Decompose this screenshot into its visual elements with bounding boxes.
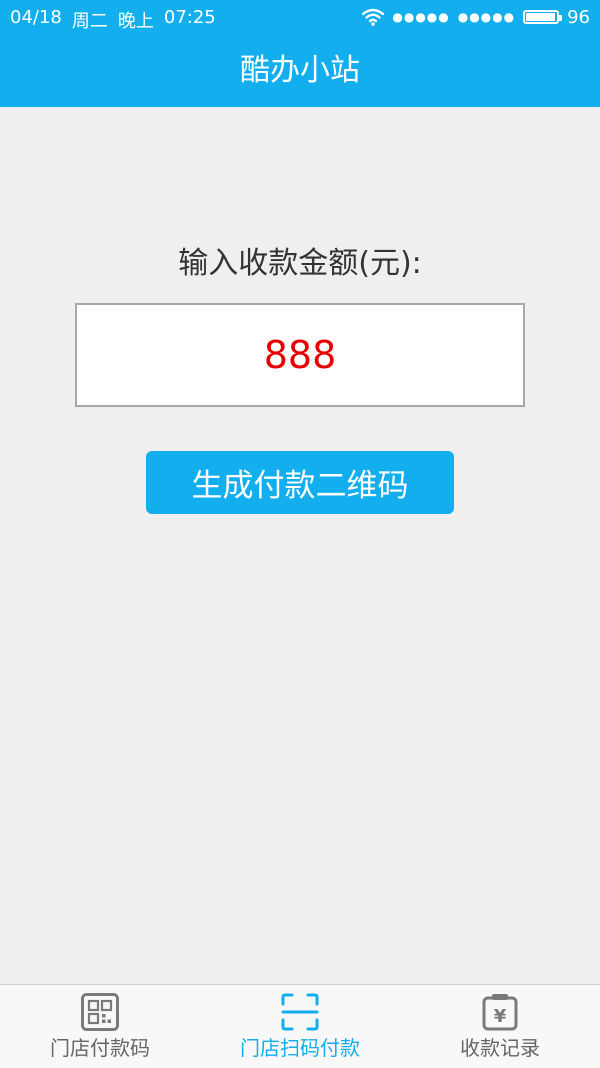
scan-icon — [281, 993, 319, 1031]
nav-item-store-qr[interactable]: 门店付款码 — [0, 985, 200, 1068]
nav-label-store-qr: 门店付款码 — [50, 1036, 150, 1060]
status-indicators: ●●●●● ●●●●● 96 — [362, 6, 590, 28]
wifi-icon — [362, 8, 385, 26]
page-title: 酷办小站 — [240, 53, 360, 88]
signal-strength-icon: ●●●●● — [392, 10, 450, 24]
nav-label-store-scan: 门店扫码付款 — [240, 1036, 360, 1060]
amount-label: 输入收款金额(元): — [178, 246, 422, 281]
status-bar: 04/18 周二 晚上 07:25 ●●●●● ●●●●● 96 — [0, 0, 600, 36]
amount-input[interactable] — [75, 303, 525, 407]
generate-qr-button[interactable]: 生成付款二维码 — [146, 451, 454, 514]
top-bar: 04/18 周二 晚上 07:25 ●●●●● ●●●●● 96 酷办小站 — [0, 0, 600, 107]
svg-text:¥: ¥ — [494, 1006, 507, 1027]
status-period: 晚上 — [117, 11, 154, 32]
nav-item-store-scan[interactable]: 门店扫码付款 — [200, 985, 400, 1068]
battery-icon — [523, 10, 563, 24]
signal-strength-icon-2: ●●●●● — [457, 10, 516, 24]
battery-level — [526, 13, 555, 21]
status-weekday: 周二 — [71, 11, 108, 32]
yuan-record-icon: ¥ — [481, 993, 519, 1031]
bottom-nav: 门店付款码 门店扫码付款 ¥ 收款记录 — [0, 984, 600, 1068]
nav-item-payment-records[interactable]: ¥ 收款记录 — [400, 985, 600, 1068]
status-datetime: 04/18 周二 晚上 07:25 — [10, 7, 216, 33]
status-time: 07:25 — [163, 7, 216, 28]
battery-percent: 96 — [567, 6, 590, 28]
qr-code-icon — [81, 993, 119, 1031]
nav-label-payment-records: 收款记录 — [460, 1036, 540, 1060]
status-date: 04/18 — [10, 7, 62, 28]
